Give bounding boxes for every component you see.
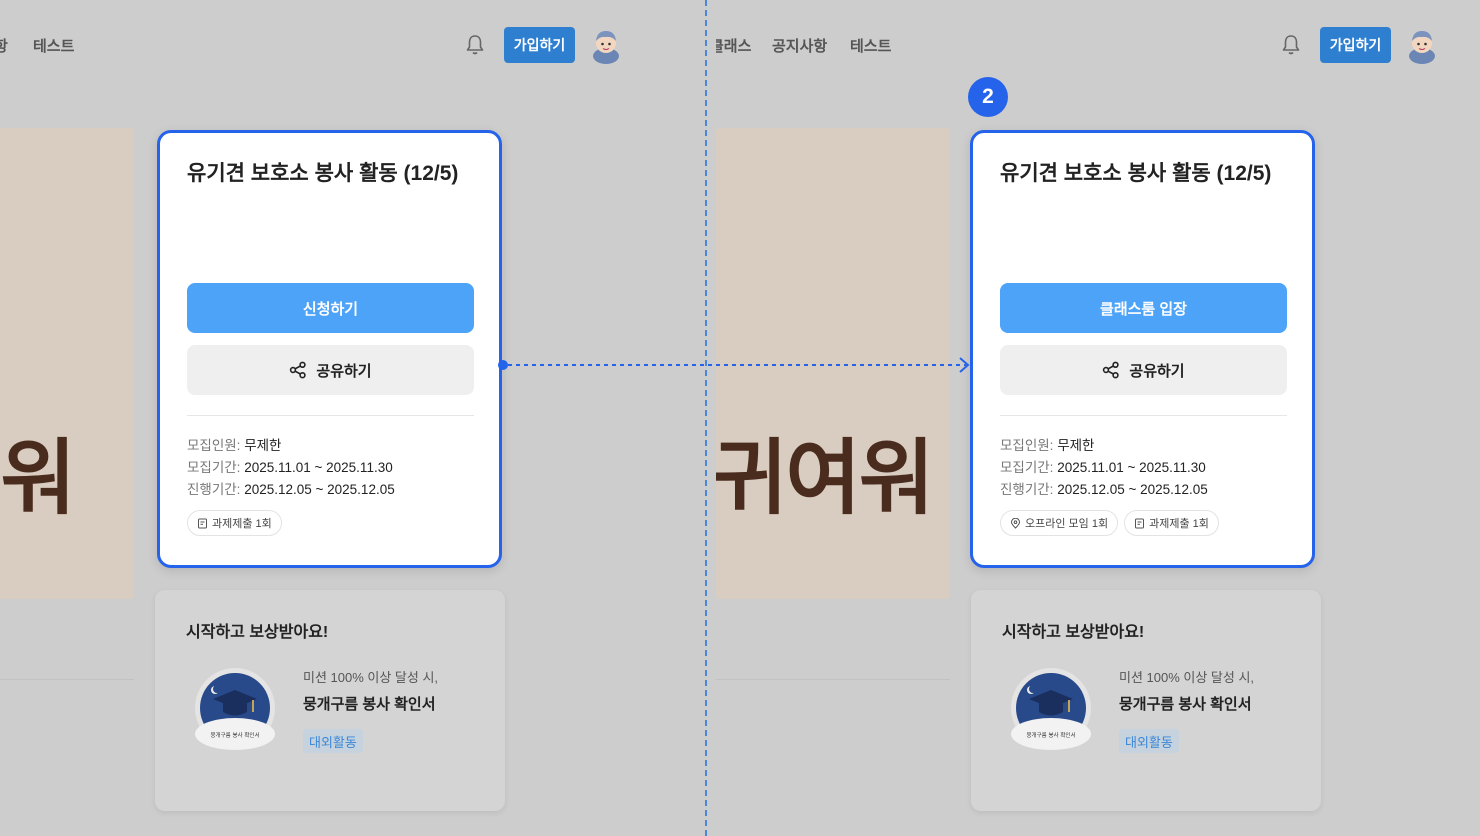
- share-button-label: 공유하기: [1129, 362, 1185, 380]
- info-value: 무제한: [244, 438, 282, 453]
- class-title: 유기견 보호소 봉사 활동 (12/5): [1000, 162, 1272, 185]
- panel-separator-line: [705, 0, 707, 836]
- info-value: 2025.12.05 ~ 2025.12.05: [244, 482, 395, 497]
- reward-title: 시작하고 보상받아요!: [1002, 624, 1145, 641]
- signup-button[interactable]: 가입하기: [504, 27, 575, 63]
- mission-tags: 오프라인 모임 1회 과제제출 1회: [1000, 510, 1219, 536]
- reward-condition: 미션 100% 이상 달성 시,: [303, 670, 439, 685]
- assignment-icon: [198, 518, 207, 528]
- reward-title: 시작하고 보상받아요!: [186, 624, 329, 641]
- info-label: 모집기간:: [187, 460, 241, 475]
- mission-tag: 과제제출 1회: [187, 510, 282, 536]
- card-divider: [1000, 415, 1287, 416]
- progress-period-row: 진행기간: 2025.12.05 ~ 2025.12.05: [1000, 481, 1290, 499]
- recruit-count-row: 모집인원: 무제한: [187, 437, 477, 455]
- reward-category-tag: 대외활동: [303, 729, 363, 753]
- reward-category-tag: 대외활동: [1119, 729, 1179, 753]
- mission-tag-label: 오프라인 모임 1회: [1025, 518, 1109, 530]
- recruit-period-row: 모집기간: 2025.11.01 ~ 2025.11.30: [1000, 459, 1290, 477]
- banner-text: 귀여워: [716, 433, 934, 524]
- before-state-panel: 항 테스트 가입하기 워 유기견 보호소 봉사 활동 (12/5) 신청하기 공…: [0, 0, 706, 836]
- reward-condition: 미션 100% 이상 달성 시,: [1119, 670, 1255, 685]
- user-avatar[interactable]: [588, 26, 624, 64]
- info-label: 모집인원:: [187, 438, 241, 453]
- share-button-label: 공유하기: [316, 362, 372, 380]
- step-number-badge: 2: [968, 77, 1008, 117]
- badge-caption: 뭉개구름 봉사 확인서: [210, 731, 259, 739]
- info-label: 진행기간:: [1000, 482, 1054, 497]
- class-info-card: 유기견 보호소 봉사 활동 (12/5) 클래스룸 입장 공유하기 모집인원: …: [970, 130, 1315, 568]
- badge-caption: 뭉개구름 봉사 확인서: [1026, 731, 1075, 739]
- apply-button[interactable]: 신청하기: [187, 283, 474, 333]
- class-info-card: 유기견 보호소 봉사 활동 (12/5) 신청하기 공유하기 모집인원: 무제한…: [157, 130, 502, 568]
- progress-period-row: 진행기간: 2025.12.05 ~ 2025.12.05: [187, 481, 477, 499]
- nav-link-notice[interactable]: 공지사항: [772, 35, 827, 56]
- after-state-panel: 클래스 공지사항 테스트 가입하기 귀여워 유기견 보호소 봉사 활동 (12/…: [716, 0, 1480, 836]
- mission-tag-label: 과제제출 1회: [1149, 518, 1209, 530]
- info-value: 2025.12.05 ~ 2025.12.05: [1057, 482, 1208, 497]
- info-label: 진행기간:: [187, 482, 241, 497]
- info-label: 모집인원:: [1000, 438, 1054, 453]
- user-avatar[interactable]: [1404, 26, 1440, 64]
- reward-name: 뭉개구름 봉사 확인서: [303, 696, 436, 713]
- share-icon: [1103, 361, 1120, 379]
- mission-tag-label: 과제제출 1회: [212, 518, 272, 530]
- reward-card: 시작하고 보상받아요! 뭉개구름 봉사 확인서 미션 100% 이상 달성 시,…: [971, 590, 1321, 811]
- signup-button[interactable]: 가입하기: [1320, 27, 1391, 63]
- share-button[interactable]: 공유하기: [1000, 345, 1287, 395]
- banner-text: 워: [0, 433, 76, 524]
- mission-tag: 과제제출 1회: [1124, 510, 1219, 536]
- section-divider: [0, 679, 134, 680]
- info-value: 무제한: [1057, 438, 1095, 453]
- certificate-badge-image: 뭉개구름 봉사 확인서: [195, 668, 275, 750]
- share-button[interactable]: 공유하기: [187, 345, 474, 395]
- assignment-icon: [1135, 518, 1145, 528]
- notification-bell-icon[interactable]: [1281, 34, 1301, 56]
- info-label: 모집기간:: [1000, 460, 1054, 475]
- location-pin-icon: [1010, 517, 1021, 529]
- nav-link-test[interactable]: 테스트: [850, 35, 891, 56]
- mission-tags: 과제제출 1회: [187, 510, 282, 536]
- reward-name: 뭉개구름 봉사 확인서: [1119, 696, 1252, 713]
- reward-card: 시작하고 보상받아요! 뭉개구름 봉사 확인서 미션 100% 이상 달성 시,…: [155, 590, 505, 811]
- section-divider: [716, 679, 950, 680]
- class-banner-image: 귀여워: [716, 128, 950, 599]
- card-divider: [187, 415, 474, 416]
- nav-link-test[interactable]: 테스트: [33, 35, 74, 56]
- mission-tag: 오프라인 모임 1회: [1000, 510, 1119, 536]
- class-banner-image: 워: [0, 128, 134, 599]
- class-title: 유기견 보호소 봉사 활동 (12/5): [187, 162, 459, 185]
- notification-bell-icon[interactable]: [465, 34, 485, 56]
- recruit-period-row: 모집기간: 2025.11.01 ~ 2025.11.30: [187, 459, 477, 477]
- share-icon: [290, 361, 307, 379]
- nav-link-class[interactable]: 클래스: [716, 35, 751, 56]
- nav-link-partial[interactable]: 항: [0, 35, 8, 56]
- recruit-count-row: 모집인원: 무제한: [1000, 437, 1290, 455]
- enter-classroom-button[interactable]: 클래스룸 입장: [1000, 283, 1287, 333]
- certificate-badge-image: 뭉개구름 봉사 확인서: [1011, 668, 1091, 750]
- info-value: 2025.11.01 ~ 2025.11.30: [1057, 460, 1206, 475]
- info-value: 2025.11.01 ~ 2025.11.30: [244, 460, 393, 475]
